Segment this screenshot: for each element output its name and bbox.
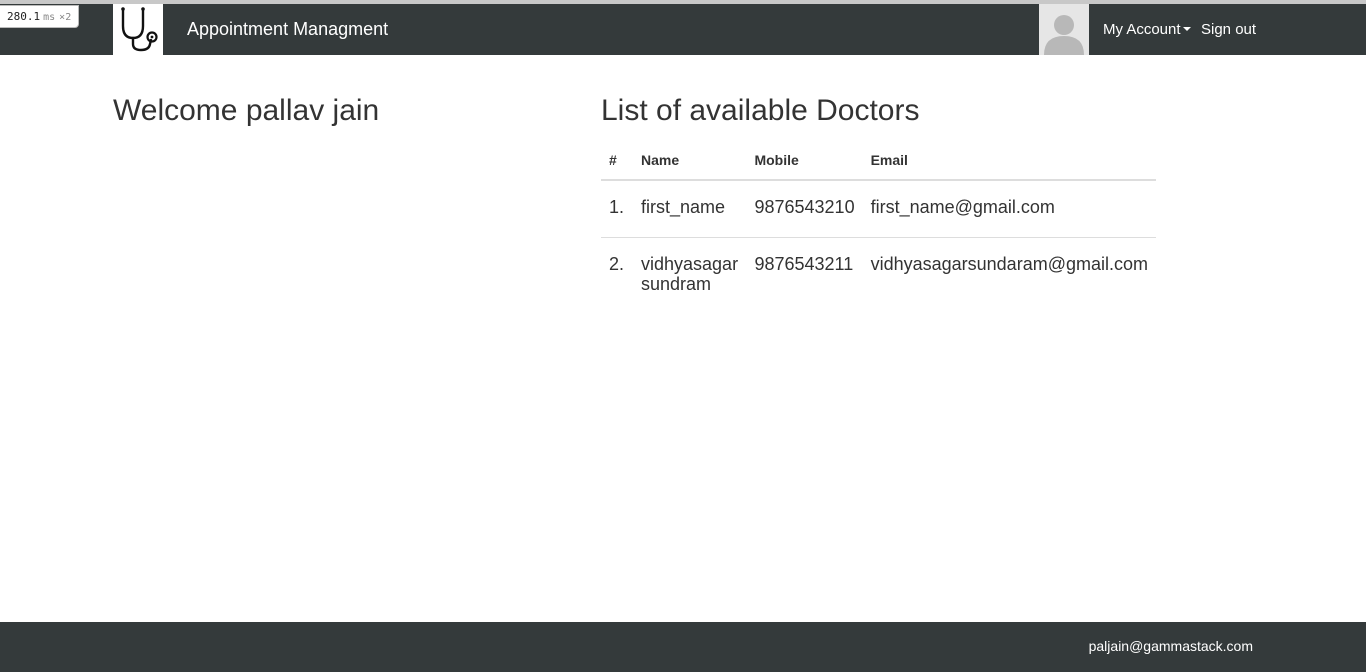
column-header-index: # (601, 140, 633, 181)
doctor-email: vidhyasagarsundaram@gmail.com (862, 237, 1156, 302)
user-silhouette-icon[interactable] (1039, 4, 1089, 55)
caret-down-icon (1182, 27, 1191, 32)
my-account-dropdown[interactable]: My Account (1103, 4, 1191, 55)
table-row: 1. first_name 9876543210 first_name@gmai… (601, 180, 1156, 238)
my-account-label: My Account (1103, 21, 1181, 38)
row-index: 2. (601, 237, 633, 302)
table-row: 2. vidhyasagar sundram 9876543211 vidhya… (601, 237, 1156, 302)
page-footer: paljain@gammastack.com (0, 622, 1366, 672)
doctor-mobile: 9876543210 (754, 197, 855, 217)
perf-badge: 280.1 ms ×2 (0, 5, 80, 28)
table-header-row: # Name Mobile Email (601, 140, 1156, 181)
sign-out-link[interactable]: Sign out (1201, 4, 1256, 55)
perf-value: 280.1 (7, 10, 41, 23)
welcome-heading: Welcome pallav jain (113, 94, 380, 127)
column-header-email: Email (862, 140, 1156, 181)
column-header-name: Name (633, 140, 747, 181)
doctor-email: first_name@gmail.com (870, 197, 1055, 217)
doctor-mobile: 9876543211 (746, 237, 863, 302)
brand-title[interactable]: Appointment Managment (187, 4, 388, 55)
perf-multiplier: ×2 (59, 12, 72, 23)
row-index: 1. (609, 197, 625, 217)
perf-unit: ms (43, 12, 56, 23)
doctors-list-title: List of available Doctors (601, 94, 920, 127)
footer-email: paljain@gammastack.com (1088, 638, 1253, 654)
column-header-mobile: Mobile (746, 140, 863, 181)
stethoscope-icon[interactable] (113, 4, 163, 55)
doctor-name: vidhyasagar sundram (633, 237, 747, 302)
doctor-name: first_name (641, 197, 726, 217)
doctors-table: # Name Mobile Email 1. first_name 987654… (601, 140, 1156, 302)
